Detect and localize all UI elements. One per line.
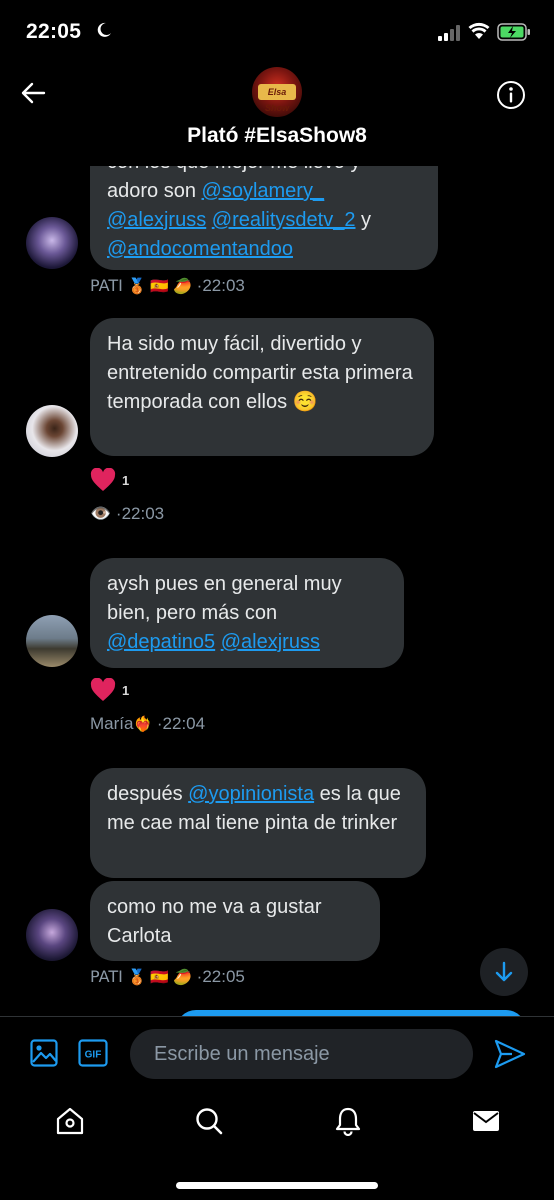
reaction-count: 1 bbox=[122, 472, 130, 488]
conversation-title: Plató #ElsaShow8 bbox=[187, 124, 367, 147]
info-icon[interactable] bbox=[496, 80, 526, 110]
reaction[interactable]: 1 bbox=[90, 468, 129, 492]
arrow-down-icon bbox=[495, 961, 513, 982]
emoji-badges: 🥉 🇪🇸 🥭 bbox=[127, 969, 192, 986]
message-text: adoro son bbox=[107, 180, 202, 202]
message-meta: 👁️ ·22:03 bbox=[90, 504, 164, 524]
message-time: ·22:03 bbox=[196, 276, 245, 295]
mention-link[interactable]: @andocomentandoo bbox=[107, 238, 293, 260]
home-icon[interactable] bbox=[55, 1106, 85, 1136]
status-time: 22:05 bbox=[26, 20, 82, 43]
mention-link[interactable]: @alexjruss bbox=[221, 631, 320, 653]
sender-name: María bbox=[90, 714, 134, 733]
mention-link[interactable]: @depatino5 bbox=[107, 631, 215, 653]
emoji-badges: ❤️‍🔥 bbox=[133, 716, 153, 733]
mention-link[interactable]: @realitysdetv_2 bbox=[212, 209, 356, 231]
message-text: como no me va a gustar Carlota bbox=[107, 896, 322, 947]
cellular-signal-icon bbox=[438, 25, 460, 41]
avatar[interactable] bbox=[26, 405, 78, 457]
message-bubble[interactable]: después @yopinionista es la que me cae m… bbox=[90, 768, 426, 878]
avatar[interactable] bbox=[26, 217, 78, 269]
group-logo: Elsa Show bbox=[258, 84, 296, 113]
scroll-to-bottom-button[interactable] bbox=[480, 948, 528, 996]
message-text: después bbox=[107, 783, 189, 805]
send-icon[interactable] bbox=[494, 1039, 526, 1069]
message-text: y bbox=[355, 209, 372, 231]
message-bubble[interactable]: como no me va a gustar Carlota bbox=[90, 881, 380, 961]
group-avatar[interactable]: Elsa Show bbox=[252, 67, 302, 117]
avatar[interactable] bbox=[26, 909, 78, 961]
sender-name: PATI bbox=[90, 967, 123, 986]
sender-name: PATI bbox=[90, 276, 123, 295]
wifi-icon bbox=[468, 22, 490, 39]
avatar[interactable] bbox=[26, 615, 78, 667]
heart-icon bbox=[90, 468, 116, 491]
message-meta: PATI 🥉 🇪🇸 🥭 ·22:05 bbox=[90, 967, 245, 987]
mention-link[interactable]: @alexjruss bbox=[107, 209, 206, 231]
messages-icon[interactable] bbox=[471, 1106, 501, 1136]
message-bubble-1-clip: con los que mejor me llevo y adoro son @… bbox=[90, 154, 438, 270]
gif-icon[interactable]: GIF bbox=[78, 1039, 108, 1067]
message-text: Ha sido muy fácil, divertido y entreteni… bbox=[107, 333, 413, 413]
message-meta: PATI 🥉 🇪🇸 🥭 ·22:03 bbox=[90, 276, 245, 296]
message-bubble[interactable]: Ha sido muy fácil, divertido y entreteni… bbox=[90, 318, 434, 456]
reaction[interactable]: 1 bbox=[90, 678, 129, 702]
emoji-badges: 🥉 🇪🇸 🥭 bbox=[127, 278, 192, 295]
message-time: ·22:05 bbox=[196, 967, 245, 986]
moon-icon bbox=[97, 22, 111, 37]
message-time: ·22:03 bbox=[115, 504, 165, 523]
home-indicator bbox=[176, 1182, 378, 1189]
search-icon[interactable] bbox=[194, 1106, 224, 1136]
status-bar: 22:05 bbox=[0, 0, 554, 66]
message-bubble[interactable]: aysh pues en general muy bien, pero más … bbox=[90, 558, 404, 668]
eye-emoji-icon: 👁️ bbox=[90, 504, 112, 523]
mention-link[interactable]: @yopinionista bbox=[188, 783, 314, 805]
message-text-line: @alexjruss @realitysdetv_2 y bbox=[107, 206, 421, 235]
header-fade bbox=[0, 154, 554, 166]
notifications-icon[interactable] bbox=[333, 1106, 363, 1136]
svg-text:GIF: GIF bbox=[85, 1050, 102, 1061]
battery-charging-icon bbox=[497, 23, 530, 41]
message-text-line: @andocomentandoo bbox=[107, 235, 421, 264]
image-icon[interactable] bbox=[30, 1039, 58, 1067]
back-arrow-icon[interactable] bbox=[20, 80, 46, 106]
message-input[interactable]: Escribe un mensaje bbox=[130, 1029, 473, 1079]
reaction-count: 1 bbox=[122, 682, 130, 698]
mention-link[interactable]: @soylamery_ bbox=[202, 180, 325, 202]
message-text-line: adoro son @soylamery_ bbox=[107, 177, 421, 206]
message-time: ·22:04 bbox=[156, 714, 206, 733]
message-text: aysh pues en general muy bien, pero más … bbox=[107, 573, 342, 624]
message-bubble[interactable]: con los que mejor me llevo y adoro son @… bbox=[90, 154, 438, 270]
message-meta: María❤️‍🔥 ·22:04 bbox=[90, 714, 205, 734]
heart-icon bbox=[90, 678, 116, 701]
